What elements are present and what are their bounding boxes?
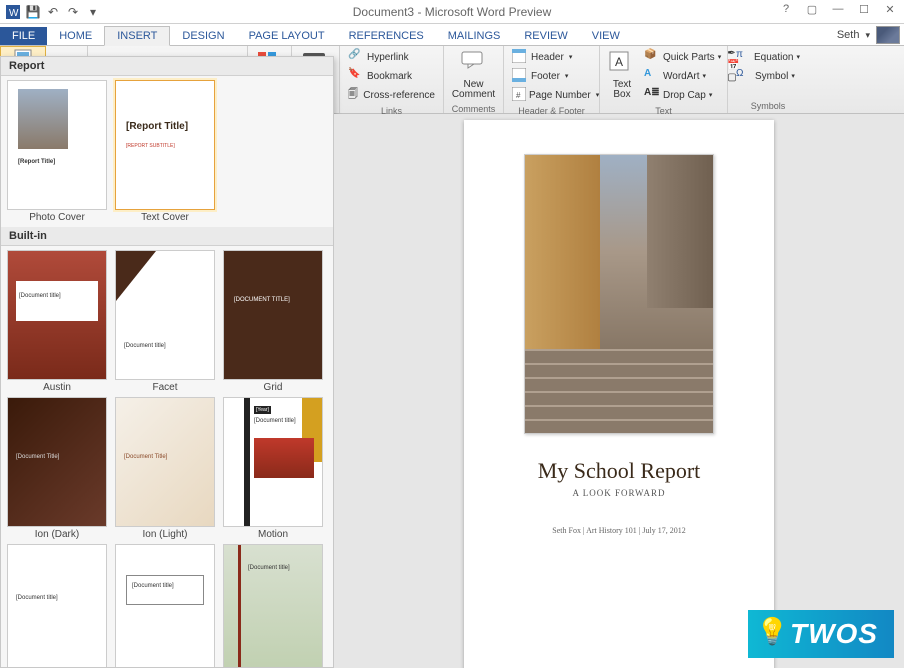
comments-group-title: Comments	[450, 104, 497, 114]
gallery-item-ion-dark[interactable]: [Document Title] Ion (Dark)	[5, 397, 109, 540]
document-canvas[interactable]: My School Report A LOOK FORWARD Seth Fox…	[334, 114, 904, 668]
help-icon[interactable]: ?	[774, 0, 798, 18]
bookmark-button[interactable]: 🔖Bookmark	[346, 67, 437, 85]
hyperlink-button[interactable]: 🔗Hyperlink	[346, 48, 437, 66]
gallery-builtin-grid: [Document title] Austin [Document title]…	[1, 246, 333, 668]
tab-mailings[interactable]: MAILINGS	[436, 27, 513, 45]
word-icon[interactable]: W	[4, 3, 22, 21]
gallery-item-ion-light[interactable]: [Document Title] Ion (Light)	[113, 397, 217, 540]
svg-text:A: A	[615, 55, 623, 69]
gallery-item-grid[interactable]: [DOCUMENT TITLE] Grid	[221, 250, 325, 393]
title-bar: W 💾 ↶ ↷ ▾ Document3 - Microsoft Word Pre…	[0, 0, 904, 24]
gallery-section-builtin: Built-in	[1, 227, 333, 246]
user-name: Seth	[837, 29, 860, 41]
ribbon-group-symbols: πEquation▾ ΩSymbol▾ Symbols	[728, 46, 808, 113]
save-icon[interactable]: 💾	[24, 3, 42, 21]
gallery-item-9[interactable]: [Document title]	[221, 544, 325, 668]
symbol-icon: Ω	[736, 68, 752, 84]
page-number-button[interactable]: #Page Number▾	[510, 86, 593, 104]
bookmark-icon: 🔖	[348, 68, 364, 84]
tab-design[interactable]: DESIGN	[170, 27, 236, 45]
equation-button[interactable]: πEquation▾	[734, 48, 802, 66]
quick-access-toolbar: W 💾 ↶ ↷ ▾	[0, 3, 102, 21]
gallery-section-report: Report	[1, 57, 333, 76]
new-comment-button[interactable]: New Comment	[450, 48, 497, 102]
symbol-button[interactable]: ΩSymbol▾	[734, 67, 802, 85]
header-icon	[512, 49, 528, 65]
document-title[interactable]: My School Report	[480, 458, 758, 484]
twos-watermark: TWOS	[748, 610, 894, 658]
gallery-item-8[interactable]: [Document title]	[113, 544, 217, 668]
gallery-item-text-cover[interactable]: [Report Title] [REPORT SUBTITLE] Text Co…	[113, 80, 217, 223]
quick-parts-button[interactable]: 📦Quick Parts▾	[642, 48, 723, 66]
gallery-item-7[interactable]: [Document title]	[5, 544, 109, 668]
wordart-icon: A	[644, 68, 660, 84]
ribbon-tabs: FILE HOME INSERT DESIGN PAGE LAYOUT REFE…	[0, 24, 904, 46]
drop-cap-icon: A≣	[644, 87, 660, 103]
gallery-item-photo-cover[interactable]: [Report Title] Photo Cover	[5, 80, 109, 223]
footer-button[interactable]: Footer▾	[510, 67, 593, 85]
customize-qat-icon[interactable]: ▾	[84, 3, 102, 21]
tab-insert[interactable]: INSERT	[104, 26, 170, 46]
quick-parts-icon: 📦	[644, 49, 660, 65]
gallery-item-austin[interactable]: [Document title] Austin	[5, 250, 109, 393]
cover-page-gallery: Report [Report Title] Photo Cover [Repor…	[0, 56, 334, 668]
user-area[interactable]: Seth ▾	[837, 26, 900, 44]
window-controls: ? ▢ — ☐ ✕	[774, 0, 902, 18]
tab-view[interactable]: VIEW	[580, 27, 632, 45]
gallery-item-motion[interactable]: [Year] [Document title] Motion	[221, 397, 325, 540]
undo-icon[interactable]: ↶	[44, 3, 62, 21]
text-box-button[interactable]: A Text Box	[606, 48, 638, 104]
ribbon-group-header-footer: Header▾ Footer▾ #Page Number▾ Header & F…	[504, 46, 600, 113]
tab-page-layout[interactable]: PAGE LAYOUT	[237, 27, 337, 45]
avatar[interactable]	[876, 26, 900, 44]
app-title: Document3 - Microsoft Word Preview	[353, 5, 552, 19]
cross-ref-icon: 🗐	[348, 87, 360, 103]
text-box-icon: A	[608, 50, 636, 78]
ribbon-group-links: 🔗Hyperlink 🔖Bookmark 🗐Cross-reference Li…	[340, 46, 444, 113]
equation-icon: π	[736, 49, 751, 65]
minimize-icon[interactable]: —	[826, 0, 850, 18]
ribbon-options-icon[interactable]: ▢	[800, 0, 824, 18]
tab-file[interactable]: FILE	[0, 27, 47, 45]
ribbon-group-text: A Text Box 📦Quick Parts▾ AWordArt▾ A≣Dro…	[600, 46, 728, 113]
wordart-button[interactable]: AWordArt▾	[642, 67, 723, 85]
gallery-report-grid: [Report Title] Photo Cover [Report Title…	[1, 76, 333, 227]
svg-text:W: W	[9, 8, 19, 19]
document-meta[interactable]: Seth Fox | Art History 101 | July 17, 20…	[480, 526, 758, 535]
hyperlink-icon: 🔗	[348, 49, 364, 65]
document-page[interactable]: My School Report A LOOK FORWARD Seth Fox…	[464, 120, 774, 668]
cover-photo[interactable]	[524, 154, 714, 434]
redo-icon[interactable]: ↷	[64, 3, 82, 21]
user-menu-arrow[interactable]: ▾	[865, 30, 870, 41]
tab-home[interactable]: HOME	[47, 27, 104, 45]
symbols-group-title: Symbols	[734, 101, 802, 111]
close-icon[interactable]: ✕	[878, 0, 902, 18]
drop-cap-button[interactable]: A≣Drop Cap▾	[642, 86, 723, 104]
tab-references[interactable]: REFERENCES	[337, 27, 436, 45]
gallery-item-facet[interactable]: [Document title] Facet	[113, 250, 217, 393]
svg-text:#: #	[516, 91, 521, 100]
page-number-icon: #	[512, 87, 526, 103]
footer-icon	[512, 68, 528, 84]
tab-review[interactable]: REVIEW	[512, 27, 579, 45]
maximize-icon[interactable]: ☐	[852, 0, 876, 18]
comment-icon	[460, 50, 488, 78]
cross-reference-button[interactable]: 🗐Cross-reference	[346, 86, 437, 104]
document-subtitle[interactable]: A LOOK FORWARD	[480, 488, 758, 498]
ribbon-group-comments: New Comment Comments	[444, 46, 504, 113]
header-button[interactable]: Header▾	[510, 48, 593, 66]
